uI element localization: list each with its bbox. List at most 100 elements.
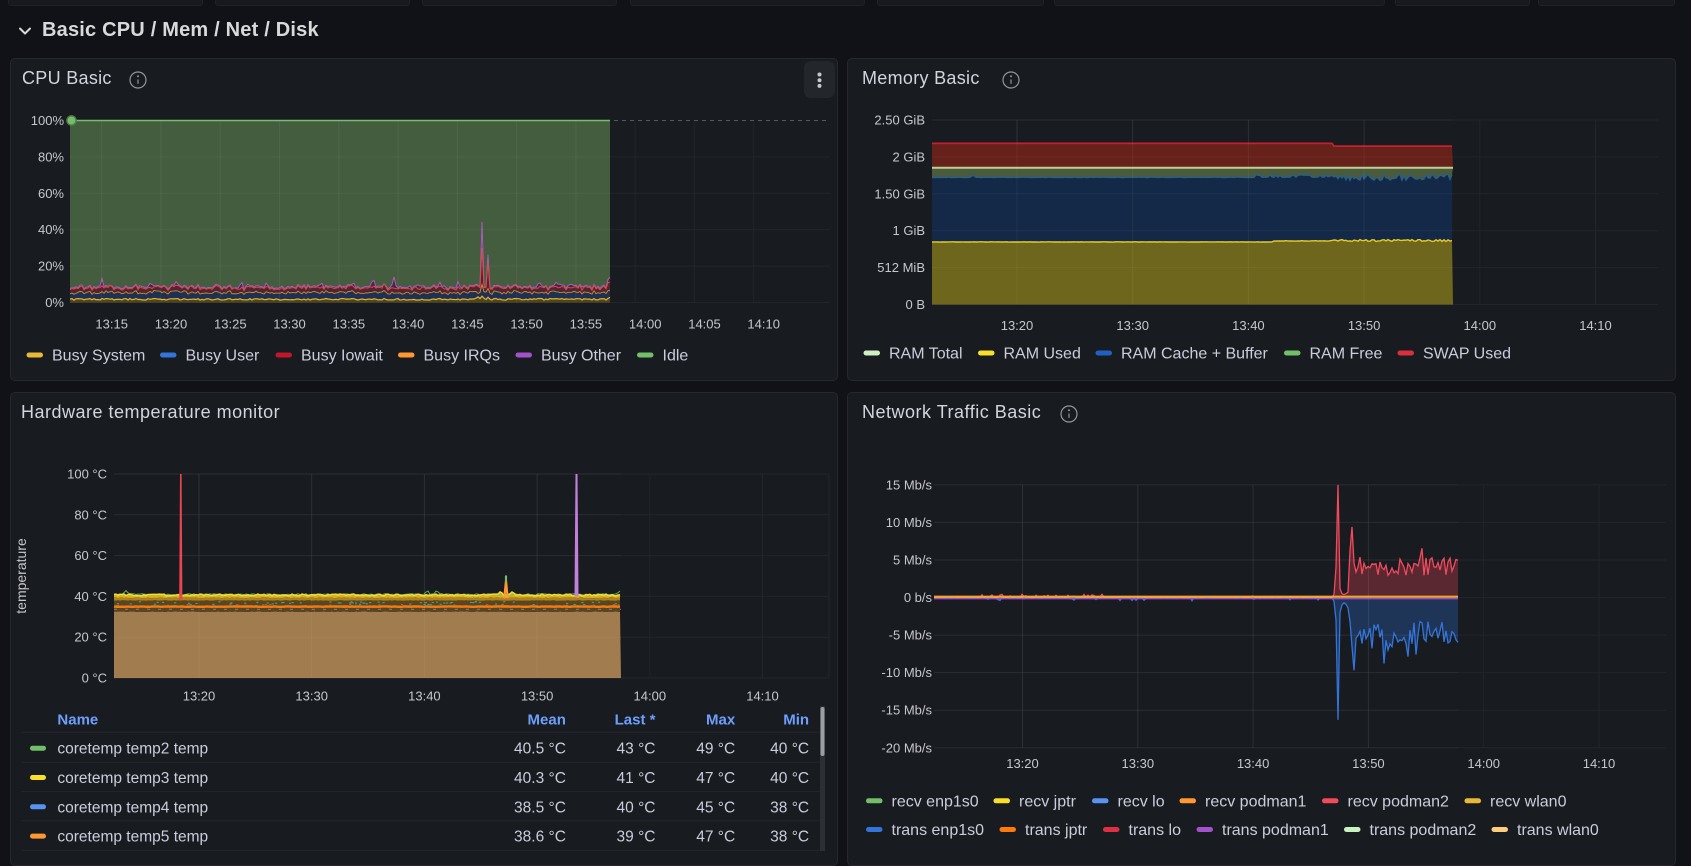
svg-text:Busy User: Busy User <box>186 348 260 365</box>
svg-text:recv enp1s0: recv enp1s0 <box>892 793 979 810</box>
svg-text:13:40: 13:40 <box>392 317 425 332</box>
svg-text:80%: 80% <box>38 149 64 164</box>
svg-text:20 °C: 20 °C <box>74 630 107 645</box>
svg-text:13:20: 13:20 <box>183 689 216 704</box>
svg-text:Busy IRQs: Busy IRQs <box>424 348 500 365</box>
svg-text:0 b/s: 0 b/s <box>904 590 933 605</box>
svg-text:0 °C: 0 °C <box>82 671 107 686</box>
svg-text:2.50 GiB: 2.50 GiB <box>874 113 925 128</box>
svg-text:Idle: Idle <box>663 348 689 365</box>
svg-text:recv wlan0: recv wlan0 <box>1490 793 1567 810</box>
svg-text:47 °C: 47 °C <box>696 770 735 787</box>
svg-text:trans jptr: trans jptr <box>1025 822 1088 839</box>
svg-text:14:10: 14:10 <box>746 689 779 704</box>
svg-text:13:40: 13:40 <box>1232 318 1265 333</box>
svg-text:14:00: 14:00 <box>634 689 667 704</box>
svg-text:trans lo: trans lo <box>1129 822 1182 839</box>
svg-text:40.3 °C: 40.3 °C <box>514 770 566 787</box>
svg-text:Busy Other: Busy Other <box>541 348 622 365</box>
svg-text:512 MiB: 512 MiB <box>877 260 925 275</box>
svg-text:Name: Name <box>57 712 98 729</box>
svg-text:13:50: 13:50 <box>1352 756 1385 771</box>
svg-text:recv lo: recv lo <box>1118 793 1165 810</box>
svg-text:RAM Free: RAM Free <box>1310 346 1383 363</box>
svg-text:coretemp temp5 temp: coretemp temp5 temp <box>57 829 208 846</box>
svg-text:1.50 GiB: 1.50 GiB <box>874 186 925 201</box>
svg-text:13:20: 13:20 <box>155 317 188 332</box>
svg-text:43 °C: 43 °C <box>617 741 656 758</box>
svg-text:5 Mb/s: 5 Mb/s <box>893 553 933 568</box>
svg-text:38 °C: 38 °C <box>770 829 809 846</box>
svg-text:13:35: 13:35 <box>333 317 366 332</box>
svg-text:38.6 °C: 38.6 °C <box>514 829 566 846</box>
svg-text:coretemp temp3 temp: coretemp temp3 temp <box>57 770 208 787</box>
svg-text:80 °C: 80 °C <box>74 507 107 522</box>
svg-text:coretemp temp2 temp: coretemp temp2 temp <box>57 741 208 758</box>
svg-text:0%: 0% <box>45 295 64 310</box>
svg-text:13:50: 13:50 <box>521 689 554 704</box>
svg-text:40 °C: 40 °C <box>770 770 809 787</box>
svg-text:49 °C: 49 °C <box>696 741 735 758</box>
svg-text:recv jptr: recv jptr <box>1019 793 1077 810</box>
svg-text:Min: Min <box>783 712 809 729</box>
svg-text:13:30: 13:30 <box>1122 756 1155 771</box>
svg-text:temperature: temperature <box>13 538 29 614</box>
svg-text:40 °C: 40 °C <box>770 741 809 758</box>
svg-text:14:10: 14:10 <box>1579 318 1612 333</box>
svg-text:trans podman2: trans podman2 <box>1370 822 1477 839</box>
svg-text:13:55: 13:55 <box>570 317 603 332</box>
svg-text:2 GiB: 2 GiB <box>892 149 925 164</box>
svg-text:13:30: 13:30 <box>1116 318 1149 333</box>
svg-text:Mean: Mean <box>528 712 566 729</box>
svg-text:1 GiB: 1 GiB <box>892 223 925 238</box>
svg-text:13:25: 13:25 <box>214 317 247 332</box>
svg-text:14:00: 14:00 <box>1467 756 1500 771</box>
svg-text:13:30: 13:30 <box>295 689 328 704</box>
svg-text:Busy System: Busy System <box>52 348 145 365</box>
svg-text:60 °C: 60 °C <box>74 548 107 563</box>
svg-text:RAM Cache + Buffer: RAM Cache + Buffer <box>1121 346 1269 363</box>
svg-text:0 B: 0 B <box>905 297 925 312</box>
svg-text:40 °C: 40 °C <box>74 589 107 604</box>
svg-text:13:50: 13:50 <box>510 317 543 332</box>
svg-text:recv podman1: recv podman1 <box>1205 793 1306 810</box>
svg-text:14:00: 14:00 <box>1464 318 1497 333</box>
svg-text:100%: 100% <box>31 113 65 128</box>
svg-text:trans enp1s0: trans enp1s0 <box>892 822 985 839</box>
svg-text:41 °C: 41 °C <box>617 770 656 787</box>
svg-text:20%: 20% <box>38 259 64 274</box>
svg-text:13:20: 13:20 <box>1001 318 1034 333</box>
svg-text:14:10: 14:10 <box>747 317 780 332</box>
svg-text:Max: Max <box>706 712 736 729</box>
svg-text:coretemp temp4 temp: coretemp temp4 temp <box>57 799 208 816</box>
svg-text:14:00: 14:00 <box>629 317 662 332</box>
svg-text:13:20: 13:20 <box>1006 756 1039 771</box>
svg-text:13:40: 13:40 <box>1237 756 1270 771</box>
svg-text:RAM Total: RAM Total <box>889 346 963 363</box>
svg-text:recv podman2: recv podman2 <box>1348 793 1449 810</box>
svg-text:14:10: 14:10 <box>1583 756 1616 771</box>
svg-text:SWAP Used: SWAP Used <box>1423 346 1511 363</box>
svg-text:14:05: 14:05 <box>688 317 721 332</box>
svg-text:trans podman1: trans podman1 <box>1222 822 1329 839</box>
svg-text:Last *: Last * <box>615 712 656 729</box>
svg-text:39 °C: 39 °C <box>617 829 656 846</box>
svg-text:-15 Mb/s: -15 Mb/s <box>881 703 932 718</box>
svg-text:-20 Mb/s: -20 Mb/s <box>881 740 932 755</box>
svg-text:47 °C: 47 °C <box>696 829 735 846</box>
svg-text:10 Mb/s: 10 Mb/s <box>886 515 933 530</box>
svg-text:40%: 40% <box>38 222 64 237</box>
svg-text:100 °C: 100 °C <box>67 467 107 482</box>
svg-text:38.5 °C: 38.5 °C <box>514 799 566 816</box>
svg-text:Busy Iowait: Busy Iowait <box>301 348 383 365</box>
svg-text:13:40: 13:40 <box>408 689 441 704</box>
svg-text:15 Mb/s: 15 Mb/s <box>886 477 933 492</box>
svg-text:13:15: 13:15 <box>95 317 128 332</box>
svg-text:13:30: 13:30 <box>273 317 306 332</box>
svg-text:13:45: 13:45 <box>451 317 484 332</box>
svg-text:-5 Mb/s: -5 Mb/s <box>889 628 933 643</box>
svg-text:40.5 °C: 40.5 °C <box>514 741 566 758</box>
svg-text:RAM Used: RAM Used <box>1004 346 1081 363</box>
svg-text:-10 Mb/s: -10 Mb/s <box>881 665 932 680</box>
svg-text:38 °C: 38 °C <box>770 799 809 816</box>
